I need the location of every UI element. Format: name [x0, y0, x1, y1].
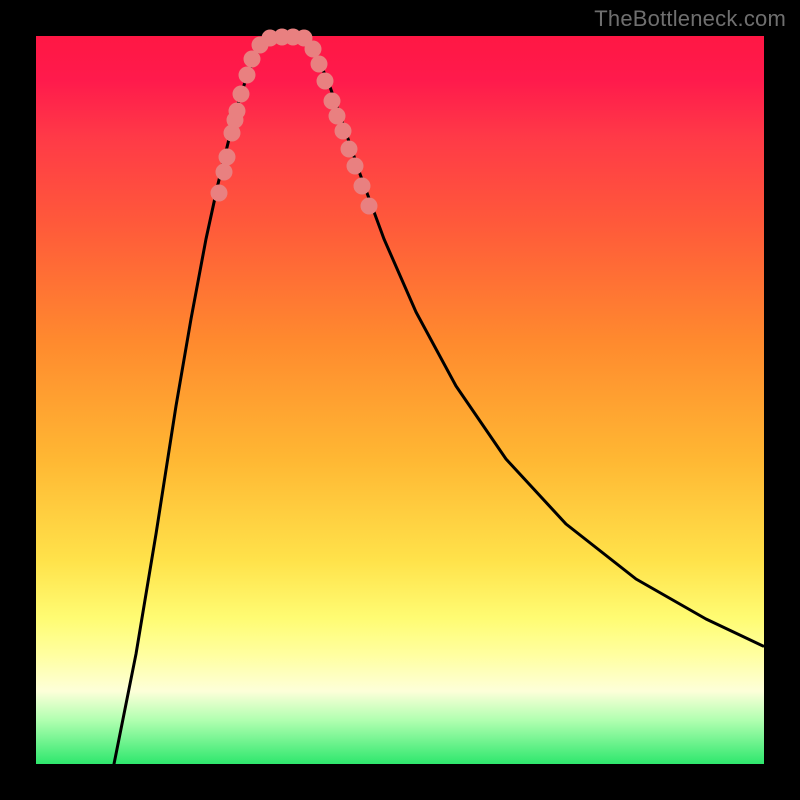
data-point — [361, 198, 378, 215]
data-point — [324, 93, 341, 110]
data-point — [239, 67, 256, 84]
data-point — [335, 123, 352, 140]
data-point — [211, 185, 228, 202]
watermark-text: TheBottleneck.com — [594, 6, 786, 32]
bottleneck-curve — [114, 37, 763, 764]
chart-frame: TheBottleneck.com — [0, 0, 800, 800]
data-point — [233, 86, 250, 103]
data-point — [354, 178, 371, 195]
data-point — [219, 149, 236, 166]
data-point — [341, 141, 358, 158]
data-point — [311, 56, 328, 73]
data-point — [329, 108, 346, 125]
data-point — [317, 73, 334, 90]
dots-group — [211, 29, 378, 215]
plot-area — [36, 36, 764, 764]
data-point — [216, 164, 233, 181]
curve-group — [114, 37, 763, 764]
chart-svg — [36, 36, 764, 764]
data-point — [229, 103, 246, 120]
data-point — [305, 41, 322, 58]
data-point — [347, 158, 364, 175]
